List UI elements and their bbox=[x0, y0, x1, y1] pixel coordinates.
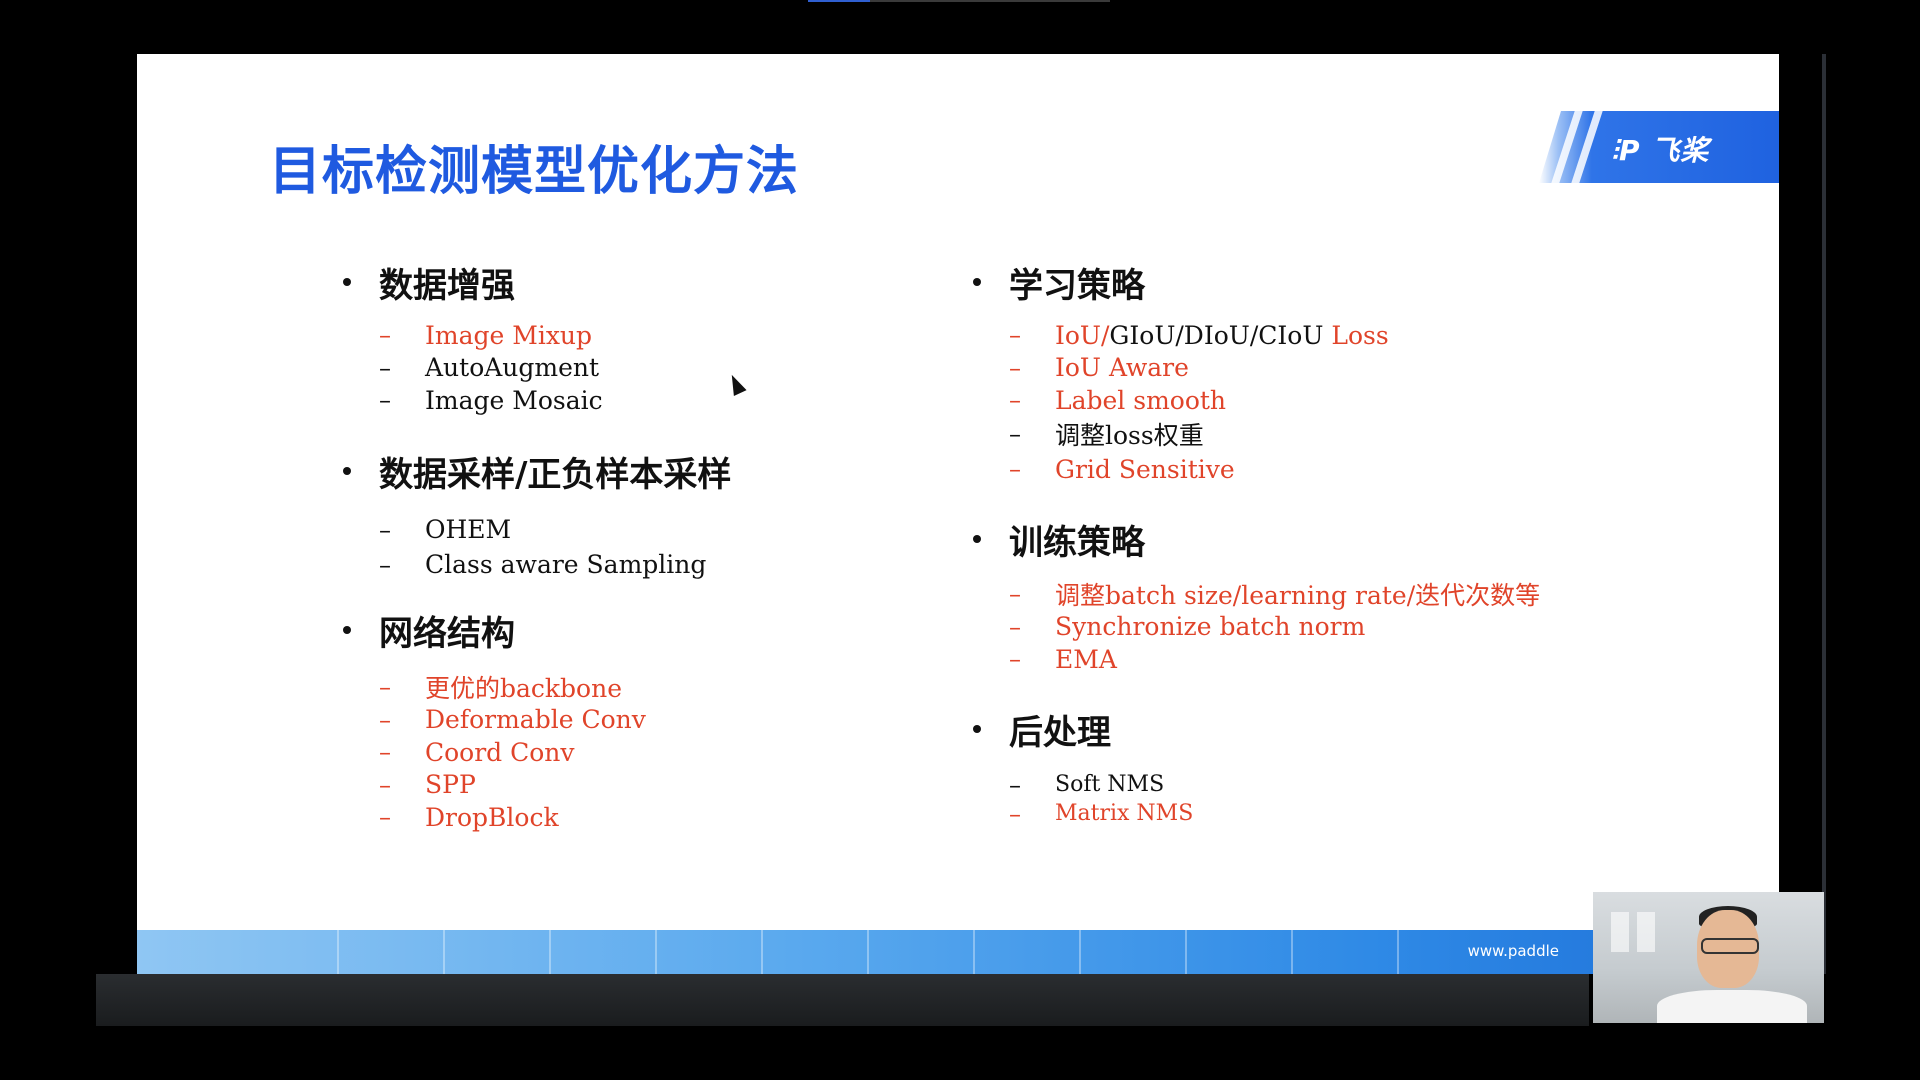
dash-icon: – bbox=[379, 550, 391, 579]
section-heading: 训练策略 bbox=[1009, 522, 1145, 563]
section-training-strategy: 训练策略 – 调整batch size/learning rate/迭代次数等 –… bbox=[967, 516, 1540, 676]
section-data-augmentation: 数据增强 – Image Mixup – AutoAugment – Image Mo… bbox=[337, 259, 603, 417]
list-item: – Label smooth bbox=[1009, 385, 1227, 415]
list-item: – Soft NMS bbox=[1009, 770, 1165, 799]
list-item: – 调整batch size/learning rate/迭代次数等 bbox=[1009, 580, 1541, 611]
section-data-sampling: 数据采样/正负样本采样 – OHEM – Class aware Sampling bbox=[337, 448, 731, 582]
side-divider bbox=[1822, 54, 1826, 974]
list-item: – Coord Conv bbox=[379, 737, 575, 767]
list-item: – AutoAugment bbox=[379, 353, 600, 383]
list-item: – 调整loss权重 bbox=[1009, 420, 1204, 450]
section-heading: 数据采样/正负样本采样 bbox=[379, 454, 732, 495]
dash-icon: – bbox=[379, 770, 391, 799]
list-item: – Grid Sensitive bbox=[1009, 454, 1235, 484]
paddlepaddle-logo: ⫶P 飞桨 bbox=[1539, 111, 1779, 183]
dash-icon: – bbox=[1009, 455, 1021, 483]
dash-icon: – bbox=[1009, 580, 1021, 609]
slide-title: 目标检测模型优化方法 bbox=[269, 142, 800, 202]
section-learning-strategy: 学习策略 – IoU/GIoU/DIoU/CIoU Loss – IoU Aware… bbox=[967, 259, 1389, 487]
dash-icon: – bbox=[379, 738, 391, 767]
dash-icon: – bbox=[1009, 645, 1021, 674]
list-item: – Image Mosaic bbox=[379, 385, 603, 415]
bullet-icon bbox=[343, 278, 351, 286]
list-item: – Deformable Conv bbox=[379, 705, 646, 735]
logo-mark-icon: ⫶P bbox=[1611, 134, 1652, 167]
dash-icon: – bbox=[379, 803, 391, 832]
dash-icon: – bbox=[379, 515, 391, 544]
list-item: – Synchronize batch norm bbox=[1009, 612, 1366, 642]
list-item: – IoU Aware bbox=[1009, 353, 1189, 383]
list-item: – 更优的backbone bbox=[379, 673, 623, 704]
section-heading: 网络结构 bbox=[379, 613, 515, 654]
dash-icon: – bbox=[379, 386, 391, 415]
dash-icon: – bbox=[379, 673, 391, 702]
slide-footer-band: www.paddle bbox=[137, 930, 1779, 974]
bullet-icon bbox=[973, 535, 981, 543]
list-item: – DropBlock bbox=[379, 802, 559, 832]
section-heading: 数据增强 bbox=[379, 265, 515, 306]
section-network-structure: 网络结构 – 更优的backbone – Deformable Conv – Coor… bbox=[337, 607, 646, 834]
list-item: – IoU/GIoU/DIoU/CIoU Loss bbox=[1009, 320, 1389, 350]
list-item: – Matrix NMS bbox=[1009, 799, 1194, 828]
list-item: – Class aware Sampling bbox=[379, 550, 707, 579]
dash-icon: – bbox=[1009, 770, 1021, 799]
list-item: – SPP bbox=[379, 770, 476, 800]
dash-icon: – bbox=[1009, 321, 1021, 350]
dash-icon: – bbox=[1009, 420, 1021, 448]
dash-icon: – bbox=[1009, 799, 1021, 828]
dash-icon: – bbox=[379, 705, 391, 734]
list-item: – OHEM bbox=[379, 515, 512, 544]
logo-text: 飞桨 bbox=[1651, 134, 1710, 167]
bullet-icon bbox=[973, 725, 981, 733]
background-strip bbox=[96, 974, 1589, 1026]
section-post-processing: 后处理 – Soft NMS – Matrix NMS bbox=[967, 706, 1193, 828]
bullet-icon bbox=[343, 626, 351, 634]
list-item: – EMA bbox=[1009, 644, 1117, 674]
dash-icon: – bbox=[1009, 386, 1021, 415]
dash-icon: – bbox=[1009, 612, 1021, 641]
webcam-preview[interactable] bbox=[1593, 892, 1824, 1023]
dash-icon: – bbox=[1009, 353, 1021, 382]
dash-icon: – bbox=[379, 321, 391, 350]
dash-icon: – bbox=[379, 353, 391, 382]
presentation-slide: 目标检测模型优化方法 ⫶P 飞桨 数据增强 – Image Mixup – Auto… bbox=[137, 54, 1779, 974]
section-heading: 学习策略 bbox=[1009, 265, 1145, 306]
bullet-icon bbox=[973, 278, 981, 286]
footer-website: www.paddle bbox=[1467, 942, 1559, 960]
bullet-icon bbox=[343, 467, 351, 475]
top-progress-indicator bbox=[808, 0, 1110, 2]
section-heading: 后处理 bbox=[1009, 712, 1111, 753]
list-item: – Image Mixup bbox=[379, 320, 593, 350]
